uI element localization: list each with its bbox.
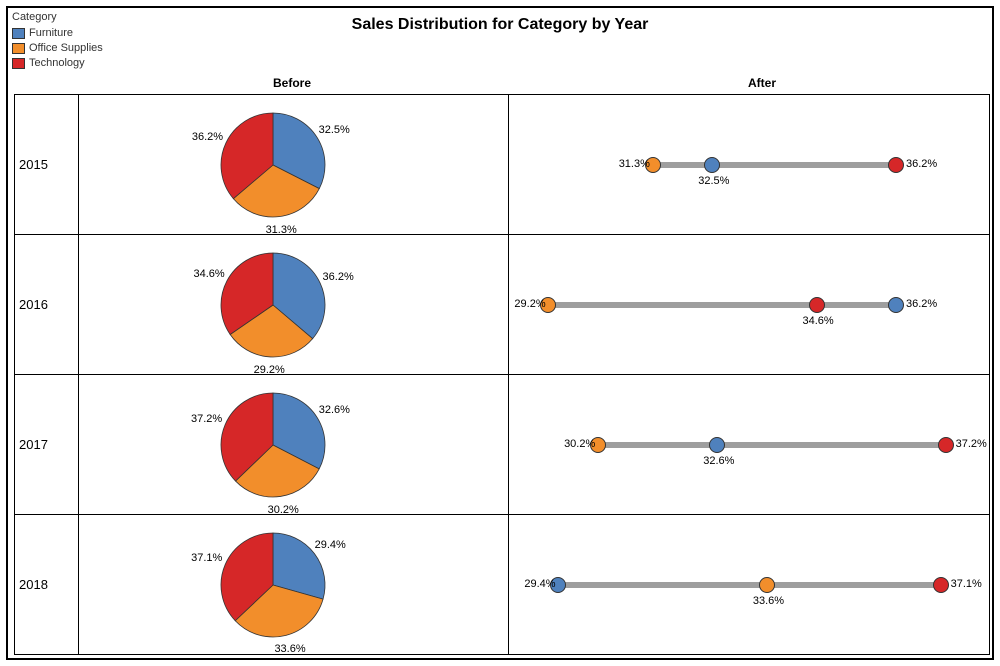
pie-slice-label: 37.1% (191, 552, 222, 564)
chart-frame: Category FurnitureOffice SuppliesTechnol… (6, 6, 994, 660)
dot-label: 36.2% (906, 298, 937, 310)
year-label: 2018 (15, 515, 79, 654)
dot-label: 36.2% (906, 158, 937, 170)
legend-label: Technology (29, 56, 85, 71)
chart-title: Sales Distribution for Category by Year (8, 16, 992, 34)
dot-label: 32.6% (703, 455, 734, 467)
pie-chart-cell: 36.2%29.2%34.6% (79, 235, 509, 374)
dot-label: 34.6% (803, 315, 834, 327)
dot-strip-line (598, 442, 946, 448)
dot-marker (933, 577, 949, 593)
dot-label: 32.5% (698, 175, 729, 187)
pie-chart-cell: 32.6%30.2%37.2% (79, 375, 509, 514)
dot-strip-line (558, 582, 940, 588)
year-label: 2017 (15, 375, 79, 514)
dot-strip-line (653, 162, 896, 168)
dot-label: 37.1% (951, 578, 982, 590)
legend-label: Office Supplies (29, 41, 103, 56)
dot-marker (704, 157, 720, 173)
column-header-before: Before (273, 76, 311, 90)
dot-label: 37.2% (956, 438, 987, 450)
pie-slice-label: 29.4% (315, 539, 346, 551)
dot-label: 30.2% (564, 438, 595, 450)
pie-chart-cell: 32.5%31.3%36.2% (79, 95, 509, 234)
column-header-after: After (748, 76, 776, 90)
chart-row: 201732.6%30.2%37.2% 30.2% 32.6% 37.2% (15, 375, 990, 515)
dot-label: 29.4% (524, 578, 555, 590)
year-label: 2015 (15, 95, 79, 234)
chart-row: 2018 29.4% 33.6% 37.1% 29.4% 33.6% 37.1% (15, 515, 990, 655)
dot-strip-cell: 29.4% 33.6% 37.1% (509, 515, 991, 654)
chart-grid: 201532.5%31.3%36.2%31.3%32.5%36.2%201636… (14, 94, 990, 655)
pie-icon (203, 515, 383, 655)
pie-slice-label: 36.2% (192, 131, 223, 143)
pie-chart-cell: 29.4% 33.6% 37.1% (79, 515, 509, 654)
dot-marker (809, 297, 825, 313)
chart-row: 201636.2%29.2%34.6% 29.2% 34.6% 36.2% (15, 235, 990, 375)
dot-label: 29.2% (514, 298, 545, 310)
pie-slice-label: 36.2% (323, 271, 354, 283)
legend-item: Technology (12, 56, 103, 71)
dot-label: 31.3% (619, 158, 650, 170)
pie-slice-label: 32.5% (319, 124, 350, 136)
pie-icon (203, 95, 383, 235)
pie-slice-label: 34.6% (193, 268, 224, 280)
chart-row: 201532.5%31.3%36.2% 31.3% 32.5% 36.2% (15, 95, 990, 235)
pie-slice-label: 37.2% (191, 413, 222, 425)
legend-swatch-icon (12, 43, 25, 54)
dot-marker (888, 297, 904, 313)
legend-swatch-icon (12, 58, 25, 69)
dot-marker (938, 437, 954, 453)
dot-marker (888, 157, 904, 173)
pie-slice-label: 32.6% (319, 404, 350, 416)
pie-slice-label: 33.6% (274, 643, 305, 655)
pie-icon (203, 375, 383, 515)
dot-marker (709, 437, 725, 453)
dot-strip-cell: 29.2% 34.6% 36.2% (509, 235, 991, 374)
dot-strip-line (548, 302, 896, 308)
dot-label: 33.6% (753, 595, 784, 607)
dot-strip-cell: 31.3% 32.5% 36.2% (509, 95, 991, 234)
year-label: 2016 (15, 235, 79, 374)
dot-strip-cell: 30.2% 32.6% 37.2% (509, 375, 991, 514)
legend-item: Office Supplies (12, 41, 103, 56)
pie-icon (203, 235, 383, 375)
dot-marker (759, 577, 775, 593)
